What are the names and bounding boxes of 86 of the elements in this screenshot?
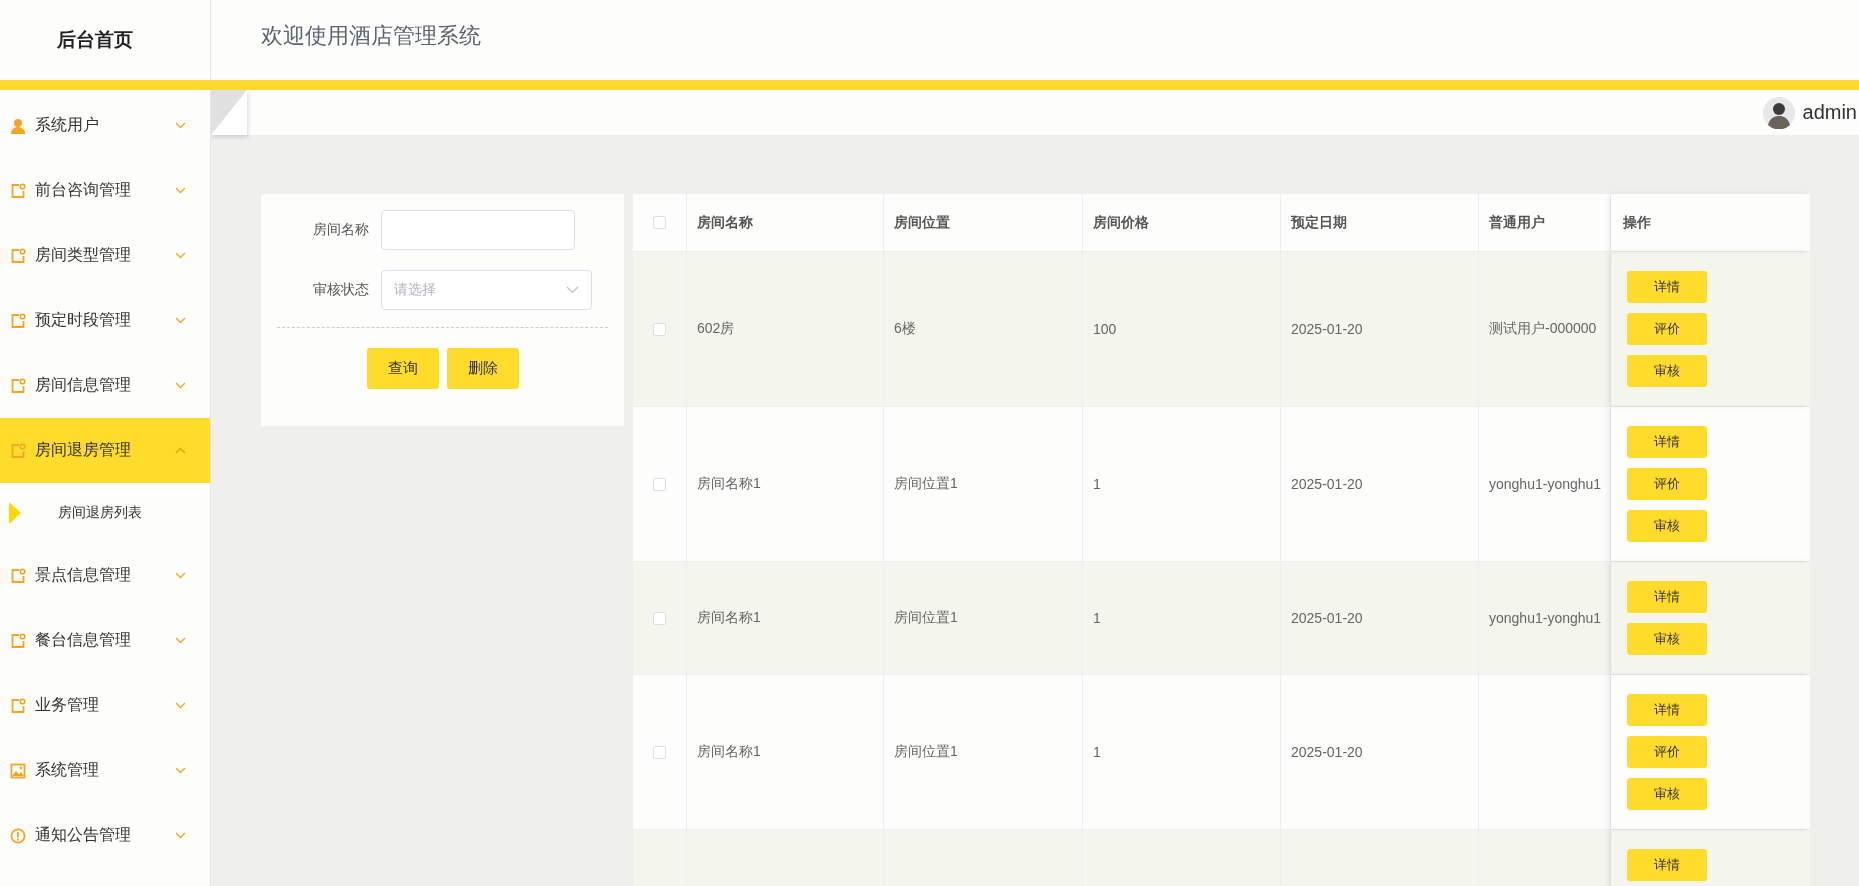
column-header: 操作 (1623, 213, 1651, 232)
note-icon (10, 182, 26, 199)
sidebar-subitem[interactable]: 房间退房列表 (58, 504, 142, 522)
table-cell: 1 (1093, 476, 1101, 492)
column-header: 预定日期 (1291, 213, 1347, 232)
chevron-icon (175, 702, 186, 709)
checkbox[interactable] (653, 322, 666, 336)
sidebar-item[interactable]: 餐台信息管理 (0, 608, 210, 673)
image-icon (10, 762, 26, 779)
avatar-icon (1762, 96, 1795, 129)
table-cell: yonghu1-yonghu1 (1489, 476, 1602, 492)
sidebar-item[interactable]: 业务管理 (0, 673, 210, 738)
action-button[interactable]: 查询 (366, 348, 439, 389)
note-icon (10, 697, 26, 714)
chevron-icon (175, 382, 186, 389)
note-icon (10, 377, 26, 394)
page-title: 欢迎使用酒店管理系统 (261, 22, 481, 50)
table-cell: 2025-01-20 (1291, 321, 1363, 337)
table-cell: 测试用户-000000 (1489, 320, 1597, 338)
checkbox[interactable] (653, 745, 666, 759)
table-cell: 2025-01-20 (1291, 610, 1363, 626)
table-cell: 房间名称1 (697, 475, 761, 493)
table-cell: 100 (1093, 321, 1117, 337)
note-icon (10, 632, 26, 649)
row-action-button[interactable]: 审核 (1627, 510, 1707, 542)
chevron-icon (175, 317, 186, 324)
table-cell: 6楼 (894, 320, 916, 338)
chevron-icon (175, 767, 186, 774)
column-header: 房间位置 (894, 213, 950, 232)
field-label: 房间名称 (312, 221, 369, 239)
table-cell: 房间位置1 (894, 743, 958, 761)
row-action-button[interactable]: 详情 (1627, 849, 1707, 881)
sidebar-item[interactable]: 房间类型管理 (0, 223, 210, 288)
checkbox[interactable] (653, 477, 666, 491)
table-cell: 1 (1093, 610, 1101, 626)
row-action-button[interactable]: 详情 (1627, 694, 1707, 726)
note-icon (10, 247, 26, 264)
column-header: 房间价格 (1093, 213, 1149, 232)
user-name: admin (1802, 101, 1857, 124)
column-header: 房间名称 (697, 213, 753, 232)
row-action-button[interactable]: 审核 (1627, 355, 1707, 387)
table-cell: 602房 (697, 320, 735, 338)
note-icon (10, 312, 26, 329)
alert-icon (10, 827, 26, 844)
table-cell: 房间名称1 (697, 609, 761, 627)
field-label: 审核状态 (312, 281, 369, 299)
sidebar-item[interactable]: 系统管理 (0, 738, 210, 803)
row-action-button[interactable]: 详情 (1627, 581, 1707, 613)
row-action-button[interactable]: 评价 (1627, 468, 1707, 500)
table-cell: 房间位置1 (894, 475, 958, 493)
sidebar-item[interactable]: 通知公告管理 (0, 803, 210, 868)
sidebar-item[interactable]: 系统用户 (0, 93, 210, 158)
table-cell: 2025-01-20 (1291, 744, 1363, 760)
checkbox[interactable] (653, 216, 666, 229)
chevron-icon (175, 832, 186, 839)
sidebar-item[interactable]: 预定时段管理 (0, 288, 210, 353)
row-action-button[interactable]: 详情 (1627, 426, 1707, 458)
chevron-icon (175, 447, 186, 454)
table-cell: 2025-01-20 (1291, 476, 1363, 492)
row-action-button[interactable]: 评价 (1627, 313, 1707, 345)
sidebar-item[interactable]: 房间信息管理 (0, 353, 210, 418)
brand-title: 后台首页 (57, 28, 133, 52)
input-field[interactable] (381, 210, 575, 250)
sidebar-item[interactable]: 景点信息管理 (0, 543, 210, 608)
table-cell: 房间位置1 (894, 609, 958, 627)
sidebar-item[interactable]: 前台咨询管理 (0, 158, 210, 223)
table-cell: 房间名称1 (697, 743, 761, 761)
chevron-icon (175, 637, 186, 644)
table-cell: 1 (1093, 744, 1101, 760)
chevron-icon (566, 286, 579, 294)
chevron-icon (175, 572, 186, 579)
row-action-button[interactable]: 审核 (1627, 623, 1707, 655)
row-action-button[interactable]: 评价 (1627, 736, 1707, 768)
chevron-icon (175, 122, 186, 129)
chevron-icon (175, 252, 186, 259)
row-action-button[interactable]: 审核 (1627, 778, 1707, 810)
column-header: 普通用户 (1489, 213, 1545, 232)
note-icon (10, 567, 26, 584)
note-icon (10, 442, 26, 459)
table-cell: yonghu1-yonghu1 (1489, 610, 1602, 626)
action-button[interactable]: 删除 (446, 348, 519, 389)
person-icon (10, 117, 26, 134)
checkbox[interactable] (653, 611, 666, 625)
row-action-button[interactable]: 详情 (1627, 271, 1707, 303)
sidebar-item[interactable]: 房间退房管理 (0, 418, 210, 483)
chevron-icon (175, 187, 186, 194)
